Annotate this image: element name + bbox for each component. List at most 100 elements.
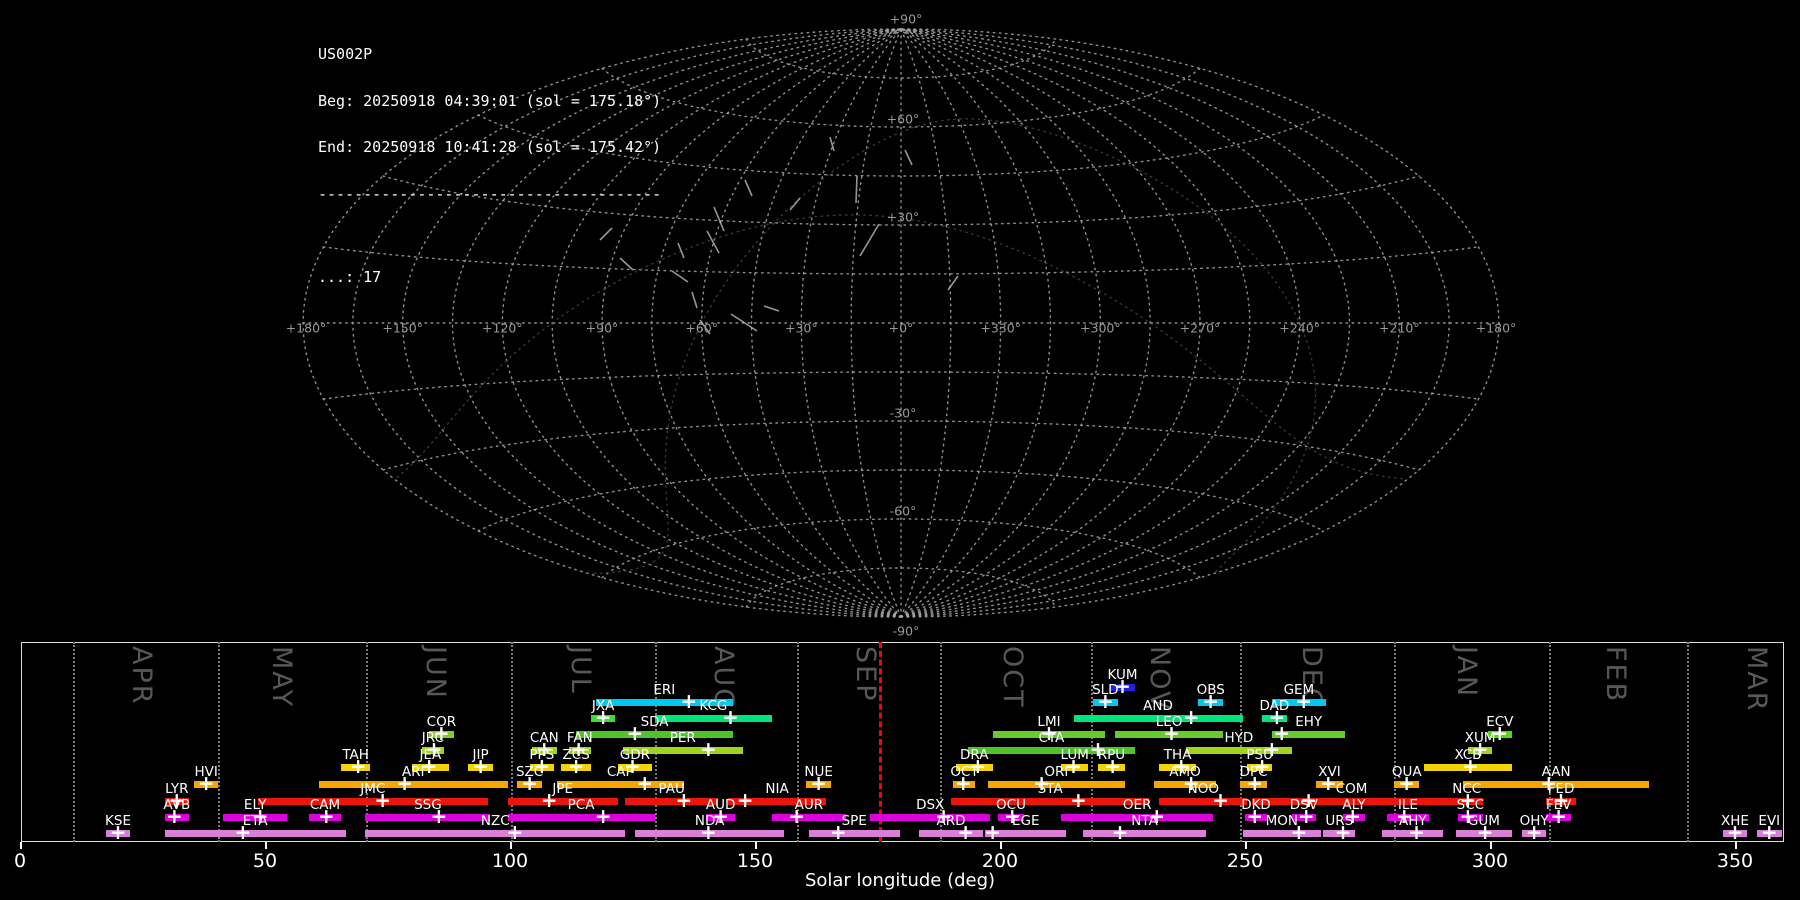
meteor-trail	[691, 291, 698, 309]
axis-tick	[755, 842, 757, 849]
axis-tick-label: 350	[1716, 850, 1754, 872]
longitude-label: +90°	[585, 320, 619, 336]
axis-tick-label: 0	[13, 850, 27, 872]
shower-peak-marker: +	[984, 820, 1002, 845]
shower-label: NZC	[480, 813, 510, 829]
shower-bar	[808, 829, 900, 837]
longitude-label: +330°	[980, 320, 1021, 336]
begin-time-line: Beg: 20250918 04:39:01 (sol = 175.18°)	[318, 91, 662, 110]
meteor-trail	[789, 197, 801, 211]
x-axis-title: Solar longitude (deg)	[804, 870, 996, 891]
shower-label: PER	[669, 730, 696, 746]
observation-header: US002P Beg: 20250918 04:39:01 (sol = 175…	[318, 16, 661, 317]
meteor-trail	[671, 270, 689, 283]
axis-tick	[265, 842, 267, 849]
month-boundary-line	[1686, 642, 1689, 842]
shower-peak-marker: +	[722, 705, 739, 730]
axis-tick-label: 100	[491, 850, 529, 872]
shower-label: HYD	[1224, 730, 1254, 746]
shower-peak-marker: +	[317, 804, 335, 829]
month-label: JAN	[1450, 646, 1482, 699]
shower-bar	[625, 797, 719, 805]
shower-peak-marker: +	[234, 820, 252, 845]
longitude-label: +120°	[482, 320, 523, 336]
shower-peak-marker: +	[736, 788, 754, 813]
meteor-count-line: ...: 17	[318, 268, 382, 286]
meteor-trail	[730, 313, 758, 332]
shower-peak-marker: +	[1246, 804, 1264, 829]
shower-bar	[164, 829, 346, 837]
shower-bar	[365, 813, 491, 821]
axis-tick	[1245, 842, 1247, 849]
shower-peak-marker: +	[1726, 820, 1744, 845]
month-boundary-line	[72, 642, 75, 842]
meteor-trail	[904, 149, 913, 166]
shower-bar	[1242, 829, 1321, 837]
axis-tick-label: 50	[252, 850, 278, 872]
shower-bar	[951, 797, 1150, 805]
shower-label: SDA	[640, 714, 669, 730]
shower-peak-marker: +	[594, 705, 612, 730]
longitude-label: +270°	[1179, 320, 1221, 336]
shower-label: ERI	[653, 682, 676, 698]
month-label: SEP	[850, 646, 882, 703]
shower-peak-marker: +	[1295, 689, 1313, 714]
shower-label: CAP	[606, 764, 634, 780]
shower-peak-marker: +	[430, 804, 448, 829]
meteor-trail	[677, 242, 685, 259]
axis-tick	[20, 842, 22, 849]
shower-bar	[365, 829, 626, 837]
shower-peak-marker: +	[1476, 820, 1494, 845]
station-id: US002P	[318, 45, 373, 63]
shower-peak-marker: +	[957, 820, 975, 845]
shower-peak-marker: +	[1202, 689, 1220, 714]
month-boundary-line	[365, 642, 368, 842]
shower-peak-marker: +	[829, 820, 847, 845]
longitude-label: +150°	[382, 320, 423, 336]
shower-peak-marker: +	[197, 771, 215, 796]
shower-peak-marker: +	[506, 820, 524, 845]
pole-label-north: +90°	[889, 11, 923, 27]
month-label: OCT	[997, 646, 1029, 709]
shower-peak-marker: +	[567, 754, 585, 779]
shower-peak-marker: +	[1550, 804, 1567, 829]
month-label: MAR	[1741, 646, 1773, 713]
shower-peak-marker: +	[1212, 788, 1229, 813]
shower-peak-marker: +	[165, 804, 183, 829]
shower-bar	[507, 813, 655, 821]
shower-label: COM	[1335, 781, 1368, 797]
longitude-label: +240°	[1279, 320, 1320, 336]
shower-peak-marker: +	[1290, 820, 1308, 845]
shower-label: NTA	[1131, 813, 1158, 829]
shower-label: PCA	[567, 797, 595, 813]
axis-tick-label: 200	[981, 850, 1019, 872]
month-label: JUL	[565, 646, 597, 695]
shower-peak-marker: +	[1319, 771, 1337, 796]
shower-label: EGE	[1011, 813, 1040, 829]
shower-peak-marker: +	[700, 820, 717, 845]
longitude-label: +210°	[1379, 320, 1420, 336]
shower-bar	[1159, 797, 1248, 805]
shower-peak-marker: +	[1246, 771, 1264, 796]
sky-grid-line	[593, 118, 1317, 575]
shower-peak-marker: +	[1163, 721, 1180, 746]
shower-peak-marker: +	[1182, 705, 1200, 730]
shower-peak-marker: +	[1104, 754, 1122, 779]
shower-peak-marker: +	[1070, 788, 1087, 813]
longitude-label: +180°	[1475, 320, 1517, 336]
meteor-trail	[763, 305, 780, 312]
header-separator: --------------------------------------	[318, 184, 662, 203]
longitude-label: +180°	[285, 320, 327, 336]
month-label: FEB	[1599, 646, 1631, 704]
meteor-trail	[947, 275, 959, 291]
shower-peak-marker: +	[594, 804, 612, 829]
meteor-observation-screen: { "header": { "station": "US002P", "beg_…	[0, 0, 1800, 900]
month-boundary-line	[217, 642, 220, 842]
month-boundary-line	[510, 642, 513, 842]
axis-tick-label: 300	[1471, 850, 1509, 872]
shower-peak-marker: +	[472, 754, 489, 779]
shower-peak-marker: +	[521, 771, 538, 796]
shower-peak-marker: +	[636, 771, 654, 796]
meteor-trail	[855, 175, 858, 204]
meteor-trail	[744, 179, 753, 197]
